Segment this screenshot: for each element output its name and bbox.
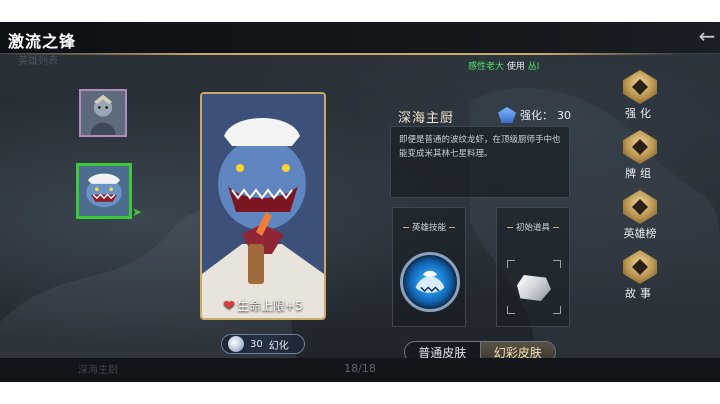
dust-icon (228, 336, 244, 352)
back-arrow-icon: ← (698, 24, 716, 48)
side-nav-enhance-label: 强化 (625, 107, 655, 120)
footer-bar: 深海主厨 18/18 (0, 358, 720, 382)
notice-nickname: 感性老大 (468, 62, 505, 72)
enhance-level-label: 强化： (520, 109, 553, 122)
notice-action: 使用 (506, 62, 525, 72)
side-nav-leaderboard[interactable]: 英雄榜 (614, 190, 666, 241)
side-nav-deck[interactable]: 牌组 (614, 130, 666, 181)
user-notice: 感性老大 使用 丛I (468, 59, 539, 72)
game-screen: 激流之锋 ← 英雄列表 感性老大 使用 丛I ➤ ❤ 生命上限+5 30 幻化 … (0, 22, 720, 380)
notice-tail: 丛I (527, 62, 540, 72)
shark-chef-art-icon (202, 94, 324, 318)
shark-chef-portrait-icon (79, 166, 129, 216)
page-title: 激流之锋 (8, 32, 77, 51)
side-nav-deck-label: 牌组 (625, 167, 655, 180)
card-stat-text: 生命上限+5 (237, 299, 303, 313)
heart-icon: ❤ (223, 297, 236, 314)
hero-portrait-icon (81, 91, 125, 135)
stone-item-icon (517, 275, 551, 301)
hero-thumb-1[interactable] (79, 89, 127, 137)
transform-cost-value: 30 (250, 338, 263, 350)
story-icon (623, 250, 657, 284)
hero-name: 深海主厨 (398, 111, 455, 126)
hero-description: 即便是普通的波纹龙虾，在顶级厨师手中也能变成米其林七星料理。 (390, 126, 570, 198)
hero-skill-title: 英雄技能 (393, 221, 465, 233)
hero-skill-slot[interactable]: 英雄技能 (392, 207, 466, 327)
side-nav-leaderboard-label: 英雄榜 (623, 227, 657, 240)
enhance-icon (623, 70, 657, 104)
card-stat: ❤ 生命上限+5 (202, 297, 324, 314)
item-frame (507, 260, 561, 314)
side-nav-enhance[interactable]: 强化 (614, 70, 666, 121)
back-button[interactable]: ← (694, 22, 720, 50)
starting-item-slot[interactable]: 初始道具 (496, 207, 570, 327)
side-nav-story[interactable]: 故事 (614, 250, 666, 301)
hero-thumb-2[interactable] (76, 163, 132, 219)
skill-icon (400, 252, 460, 312)
enhance-level: 强化： 30 (498, 107, 571, 123)
rank-icon (498, 107, 516, 123)
enhance-level-value: 30 (557, 108, 571, 122)
faded-section-title: 英雄列表 (18, 56, 58, 67)
selected-arrow-icon: ➤ (132, 205, 143, 219)
side-nav-story-label: 故事 (625, 287, 655, 300)
title-bar: 激流之锋 ← (0, 22, 720, 55)
title-underline (0, 53, 680, 55)
hero-card: ❤ 生命上限+5 (200, 92, 326, 320)
transform-cost-label: 幻化 (268, 340, 289, 352)
deck-icon (623, 130, 657, 164)
starting-item-title: 初始道具 (497, 221, 569, 233)
transform-cost-button[interactable]: 30 幻化 (221, 334, 305, 354)
page-indicator: 18/18 (344, 362, 376, 375)
leaderboard-icon (623, 190, 657, 224)
